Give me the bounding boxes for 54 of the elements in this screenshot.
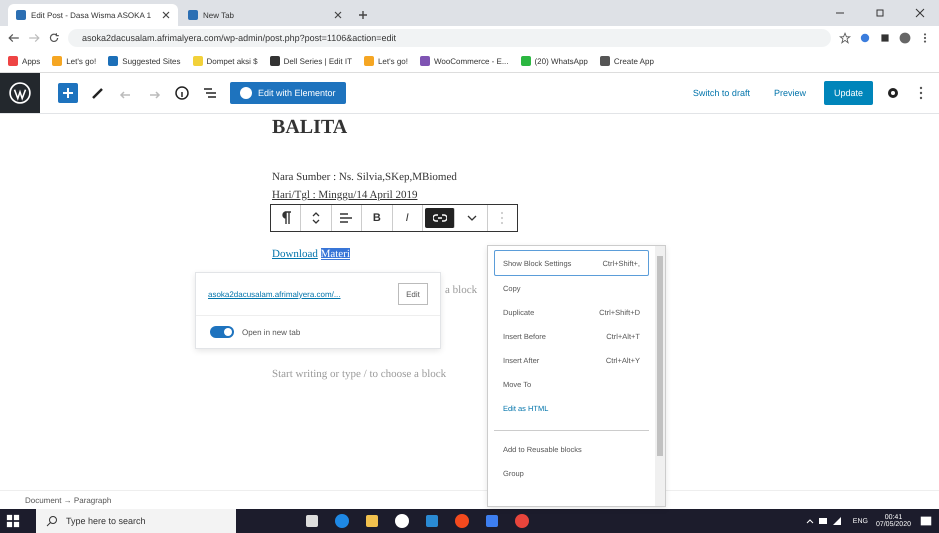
- placeholder-text: a block: [445, 284, 478, 296]
- edit-button[interactable]: Edit: [398, 283, 428, 305]
- chevron-up-down-icon: [311, 210, 322, 226]
- breadcrumb[interactable]: Document → Paragraph: [25, 496, 112, 504]
- align-icon: [339, 212, 354, 224]
- reload-icon[interactable]: [48, 32, 60, 44]
- link-url[interactable]: asoka2dacusalam.afrimalyera.com/...: [208, 290, 340, 298]
- scrollbar[interactable]: [655, 246, 665, 506]
- post-heading: BALITA: [272, 116, 348, 138]
- switch-to-draft-button[interactable]: Switch to draft: [686, 87, 756, 99]
- more-icon: [500, 211, 504, 225]
- chevron-down-icon: [466, 214, 477, 222]
- star-icon[interactable]: [839, 32, 851, 44]
- back-icon[interactable]: [8, 32, 20, 44]
- update-button[interactable]: Update: [824, 81, 873, 105]
- close-icon[interactable]: [334, 11, 342, 19]
- placeholder-text: Start writing or type / to choose a block: [272, 367, 448, 382]
- pilcrow-icon: [280, 211, 292, 225]
- bookmark[interactable]: Dompet aksi $: [192, 56, 258, 66]
- bookmark[interactable]: Dell Series | Edit IT: [270, 56, 352, 66]
- taskbar-search-field[interactable]: Type here to search: [36, 509, 236, 533]
- elementor-button[interactable]: Edit with Elementor: [230, 82, 346, 104]
- new-tab-icon[interactable]: [358, 10, 368, 20]
- download-link[interactable]: Download: [272, 248, 318, 260]
- toggle-label: Open in new tab: [242, 328, 300, 336]
- pencil-icon[interactable]: [90, 85, 106, 101]
- paragraph-text: Hari/Tgl : Minggu/14 April 2019: [272, 188, 418, 203]
- close-icon[interactable]: [915, 8, 925, 18]
- bookmark[interactable]: Create App: [600, 56, 654, 66]
- browser-tab[interactable]: New Tab: [180, 4, 350, 26]
- bookmark[interactable]: Apps: [8, 56, 40, 66]
- info-icon[interactable]: [174, 85, 190, 101]
- search-icon: [46, 515, 58, 527]
- address-bar[interactable]: asoka2dacusalam.afrimalyera.com/wp-admin/post.php?post=1106&action=edit: [68, 29, 831, 47]
- close-icon[interactable]: [162, 11, 170, 19]
- bookmark[interactable]: WooCommerce - E...: [420, 56, 509, 66]
- toggle-switch[interactable]: [210, 326, 234, 338]
- restore-icon[interactable]: [875, 8, 885, 18]
- bookmark[interactable]: Suggested Sites: [108, 56, 180, 66]
- wordpress-logo[interactable]: [0, 73, 40, 113]
- link-button[interactable]: [424, 208, 456, 228]
- notification-icon[interactable]: [919, 514, 933, 528]
- bookmark[interactable]: (20) WhatsApp: [520, 56, 588, 66]
- windows-start-icon[interactable]: [6, 514, 20, 528]
- add-block-icon[interactable]: [58, 83, 78, 103]
- settings-icon[interactable]: [885, 85, 901, 101]
- preview-button[interactable]: Preview: [768, 87, 812, 99]
- extension-icon[interactable]: [859, 32, 871, 44]
- bookmark[interactable]: Let's go!: [364, 56, 408, 66]
- browser-tab[interactable]: Edit Post - Dasa Wisma ASOKA 1: [8, 4, 178, 26]
- selected-link-text[interactable]: Materi: [320, 248, 350, 260]
- paragraph-text: Nara Sumber : Ns. Silvia,SKep,MBiomed: [272, 170, 458, 185]
- bookmark[interactable]: Let's go!: [52, 56, 96, 66]
- avatar-icon[interactable]: [899, 32, 911, 44]
